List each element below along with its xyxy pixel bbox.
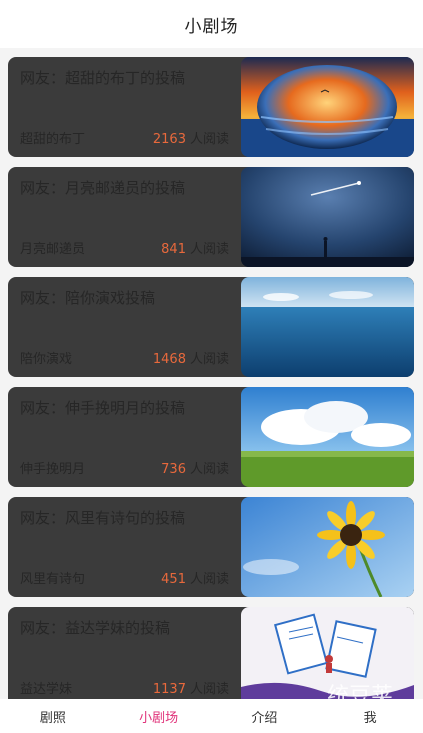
card-title: 网友：伸手挽明月的投稿 bbox=[20, 399, 186, 417]
watermark-text: 统豆荚 bbox=[326, 684, 393, 699]
clouds-green-field-image bbox=[241, 387, 414, 487]
card-title: 网友：风里有诗句的投稿 bbox=[20, 509, 186, 527]
card-reads: 1137 人阅读 bbox=[153, 678, 229, 697]
read-count: 1137 bbox=[152, 682, 186, 697]
card-reads: 736 人阅读 bbox=[161, 458, 229, 477]
card-reads: 2163 人阅读 bbox=[153, 128, 229, 147]
card-thumbnail[interactable] bbox=[241, 277, 414, 377]
card-author: 月亮邮递员 bbox=[20, 242, 86, 257]
read-unit: 人阅读 bbox=[189, 462, 229, 477]
card-reads: 1468 人阅读 bbox=[153, 348, 229, 367]
read-count: 736 bbox=[161, 462, 186, 477]
read-count: 1468 bbox=[152, 352, 186, 367]
read-count: 451 bbox=[161, 572, 186, 587]
read-count: 841 bbox=[161, 242, 186, 257]
read-count: 2163 bbox=[152, 132, 186, 147]
card-thumbnail[interactable] bbox=[241, 387, 414, 487]
story-list[interactable]: 网友：超甜的布丁的投稿 超甜的布丁 2163 人阅读 网友：月亮邮递员的投稿 月… bbox=[0, 48, 423, 699]
card-reads: 841 人阅读 bbox=[161, 238, 229, 257]
read-unit: 人阅读 bbox=[189, 242, 229, 257]
card-title: 网友：超甜的布丁的投稿 bbox=[20, 69, 186, 87]
card-thumbnail[interactable] bbox=[241, 57, 414, 157]
tab-theater[interactable]: 小剧场 bbox=[106, 699, 212, 733]
card-author: 益达学妹 bbox=[20, 682, 73, 697]
blue-sea-horizon-image bbox=[241, 277, 414, 377]
read-unit: 人阅读 bbox=[189, 572, 229, 587]
bottom-tab-bar: 剧照 小剧场 介绍 我 bbox=[0, 699, 423, 733]
read-unit: 人阅读 bbox=[189, 352, 229, 367]
top-bar: 小剧场 bbox=[0, 0, 423, 48]
read-unit: 人阅读 bbox=[189, 682, 229, 697]
story-card[interactable]: 网友：月亮邮递员的投稿 月亮邮递员 841 人阅读 bbox=[8, 167, 414, 267]
card-thumbnail[interactable] bbox=[241, 497, 414, 597]
tab-stills[interactable]: 剧照 bbox=[0, 699, 106, 733]
sunset-glass-sphere-image bbox=[241, 57, 414, 157]
card-reads: 451 人阅读 bbox=[161, 568, 229, 587]
story-card[interactable]: 网友：陪你演戏投稿 陪你演戏 1468 人阅读 bbox=[8, 277, 414, 377]
read-unit: 人阅读 bbox=[189, 132, 229, 147]
card-title: 网友：益达学妹的投稿 bbox=[20, 619, 171, 637]
card-title: 网友：陪你演戏投稿 bbox=[20, 289, 156, 307]
card-author: 伸手挽明月 bbox=[20, 462, 86, 477]
page-title: 小剧场 bbox=[184, 16, 239, 37]
sunflower-blue-sky-image bbox=[241, 497, 414, 597]
card-author: 陪你演戏 bbox=[20, 352, 73, 367]
story-card[interactable]: 网友：风里有诗句的投稿 风里有诗句 451 人阅读 bbox=[8, 497, 414, 597]
night-sky-shooting-star-image bbox=[241, 167, 414, 267]
card-author: 超甜的布丁 bbox=[20, 132, 86, 147]
tab-intro[interactable]: 介绍 bbox=[212, 699, 318, 733]
story-card[interactable]: 网友：伸手挽明月的投稿 伸手挽明月 736 人阅读 bbox=[8, 387, 414, 487]
story-card[interactable]: 网友：超甜的布丁的投稿 超甜的布丁 2163 人阅读 bbox=[8, 57, 414, 157]
tab-me[interactable]: 我 bbox=[317, 699, 423, 733]
card-thumbnail[interactable] bbox=[241, 167, 414, 267]
card-author: 风里有诗句 bbox=[20, 572, 86, 587]
card-title: 网友：月亮邮递员的投稿 bbox=[20, 179, 186, 197]
